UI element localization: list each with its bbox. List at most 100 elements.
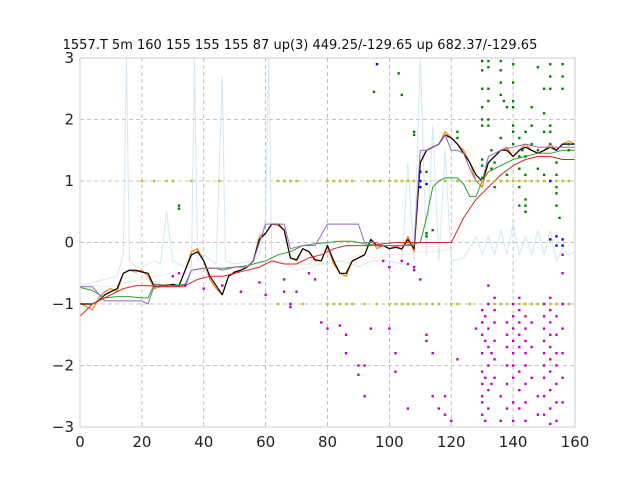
scatter-point [524,339,527,343]
scatter-point [493,161,496,164]
scatter-point [480,395,484,398]
scatter-point [480,333,484,336]
scatter-point [511,81,515,84]
scatter-point [419,302,422,306]
scatter-point [549,238,552,241]
scatter-point [431,229,434,232]
scatter-point [425,232,428,235]
scatter-point [320,321,323,324]
y-tick-label: −2 [52,357,74,375]
scatter-point [388,327,391,330]
scatter-point [406,407,410,410]
scatter-point [524,401,527,404]
scatter-point [456,358,459,361]
scatter-point [493,179,496,183]
scatter-point [530,106,533,109]
scatter-point [282,290,286,293]
scatter-point [487,302,490,306]
scatter-point [487,327,490,330]
scatter-point [493,185,496,189]
scatter-point [511,62,515,66]
scatter-point [524,198,527,201]
scatter-point [555,192,558,195]
scatter-point [412,265,416,269]
scatter-point [505,333,509,336]
scatter-point [511,179,515,183]
scatter-point [165,179,168,183]
scatter-point [518,179,521,183]
x-tick-label: 120 [437,433,466,451]
scatter-point [518,345,521,349]
chart-title: 1557.T 5m 160 155 155 155 87 up(3) 449.2… [63,38,538,53]
scatter-point [555,161,558,164]
scatter-point [561,401,564,404]
scatter-point [524,315,527,318]
scatter-point [301,302,304,306]
scatter-point [549,62,552,66]
scatter-point [289,305,292,309]
scatter-point [344,179,348,183]
scatter-point [487,124,490,127]
scatter-point [378,179,382,183]
scatter-point [487,345,490,349]
scatter-point [505,179,509,183]
scatter-point [431,352,434,355]
scatter-point [493,296,496,300]
x-tick-label: 60 [256,433,275,451]
scatter-point [518,185,521,189]
scatter-point [419,185,422,189]
scatter-point [295,290,298,293]
scatter-point [490,149,493,152]
scatter-point [524,204,527,207]
scatter-point [530,321,533,324]
chart: 1557.T 5m 160 155 155 155 87 up(3) 449.2… [52,38,590,451]
scatter-point [456,179,459,183]
scatter-point [202,287,205,290]
scatter-point [480,87,484,90]
scatter-point [289,179,292,183]
scatter-point [468,302,472,306]
x-tick-label: 160 [561,433,590,451]
scatter-point [518,321,521,324]
scatter-point [511,339,515,343]
scatter-point [425,333,428,336]
scatter-point [443,395,447,398]
scatter-point [499,93,502,97]
scatter-point [561,272,564,275]
scatter-point [505,364,509,367]
scatter-point [487,87,490,90]
scatter-point [357,364,360,367]
scatter-point [549,358,552,361]
scatter-point [388,179,391,183]
scatter-point [511,364,515,367]
scatter-point [558,216,561,220]
scatter-point [555,315,558,318]
scatter-point [511,352,515,355]
scatter-point [505,106,509,109]
scatter-point [369,327,373,330]
scatter-point [524,173,527,177]
scatter-point [542,179,546,183]
scatter-point [480,179,484,183]
y-tick-label: 3 [64,49,74,67]
scatter-point [484,376,487,379]
scatter-point [505,321,509,324]
scatter-point [258,281,261,284]
y-tick-label: −3 [52,418,74,436]
scatter-point [282,179,286,183]
scatter-point [499,395,502,398]
scatter-point [153,179,156,183]
scatter-point [536,179,540,183]
scatter-point [394,302,397,306]
scatter-point [406,262,410,266]
scatter-point [561,62,564,66]
scatter-point [555,333,558,336]
scatter-point [524,364,527,367]
scatter-point [555,302,558,306]
scatter-point [388,302,391,306]
scatter-point [484,315,487,318]
scatter-point [406,302,410,306]
scatter-point [549,124,552,127]
scatter-point [561,75,564,78]
y-tick-label: 2 [64,111,74,129]
